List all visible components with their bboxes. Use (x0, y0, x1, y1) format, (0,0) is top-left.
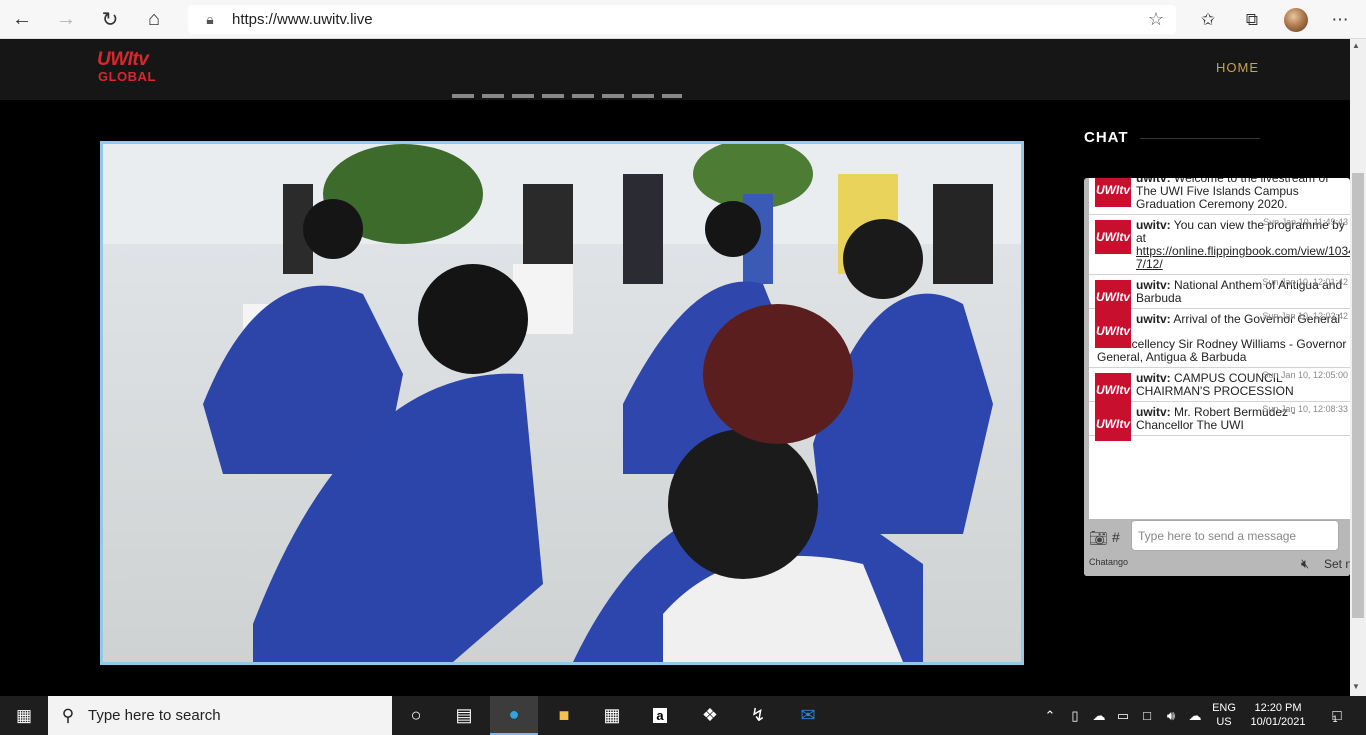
nav-home-link[interactable]: HOME (1216, 60, 1259, 75)
amazon-icon[interactable]: a (636, 696, 684, 735)
windows-start-icon[interactable]: ▦ (0, 696, 48, 735)
uwitv-avatar[interactable]: UWItv (1095, 407, 1131, 441)
clock-date: 10/01/2021 (1250, 716, 1306, 728)
favorite-star-icon[interactable]: ☆ (1148, 9, 1164, 30)
scroll-down-arrow-icon[interactable]: ▼ (1352, 682, 1360, 691)
address-bar[interactable]: 🔒︎ https://www.uwitv.live ☆ (188, 5, 1176, 34)
message-username[interactable]: uwitv: (1136, 312, 1171, 326)
clock-time: 12:20 PM (1254, 702, 1302, 714)
browser-right-icons: ✩ ⧉ ⋯ (1186, 0, 1362, 39)
home-icon[interactable]: ⌂ (132, 0, 176, 39)
video-frame-image (103, 144, 1021, 662)
uwitv-avatar[interactable]: UWItv (1095, 178, 1131, 207)
chat-message: Sun Jan 10, 12:08:33 UWItv uwitv: Mr. Robe… (1089, 402, 1350, 441)
set-name-link[interactable]: Set n (1324, 557, 1350, 571)
favorites-list-icon[interactable]: ✩ (1186, 0, 1230, 39)
taskbar-search[interactable]: ⚲ Type here to search (48, 696, 392, 735)
tray-device-icon[interactable]: ▯ (1064, 696, 1086, 735)
message-username[interactable]: uwitv: (1136, 405, 1171, 419)
message-timestamp: Sun Jan 10, 12:08:33 (1262, 404, 1348, 414)
lang-bottom: US (1216, 716, 1232, 728)
lang-top: ENG (1212, 702, 1236, 714)
chat-message-input[interactable] (1131, 520, 1339, 551)
onedrive-icon[interactable]: ☁ (1184, 696, 1206, 735)
chat-widget: UWItv uwitv: Welcome to the livestream of… (1084, 178, 1350, 576)
more-menu-icon[interactable]: ⋯ (1318, 0, 1362, 39)
battery-icon[interactable]: ▭ (1112, 696, 1134, 735)
camera-icon[interactable]: 📷︎ (1089, 529, 1108, 547)
hash-button[interactable]: # (1112, 529, 1120, 545)
windows-taskbar: ▦ ⚲ Type here to search ○ ▤ ● ■ ▦ a ❖ ↯ … (0, 696, 1366, 735)
message-link[interactable]: https://online.flippingbook.com/view/103… (1136, 244, 1350, 271)
profile-avatar[interactable] (1274, 0, 1318, 39)
site-header: UWItv GLOBAL HOME (0, 39, 1350, 100)
dropbox-icon[interactable]: ❖ (686, 696, 734, 735)
notification-center-icon[interactable]: □ 1 (1320, 696, 1350, 735)
avatar (1284, 7, 1308, 32)
chat-title: CHAT (1084, 129, 1129, 146)
search-icon: ⚲ (61, 705, 75, 725)
message-timestamp: Sun Jan 10, 12:05:00 (1262, 370, 1348, 380)
taskbar-search-text[interactable]: Type here to search (88, 707, 221, 724)
message-username[interactable]: uwitv: (1136, 218, 1171, 232)
chat-divider (1140, 138, 1260, 139)
chatango-brand[interactable]: Chatango (1089, 557, 1128, 567)
uwitv-avatar[interactable]: UWItv (1095, 314, 1131, 348)
input-language[interactable]: ENG US (1208, 701, 1240, 729)
cut-off-heading (452, 92, 682, 100)
uwitv-avatar[interactable]: UWItv (1095, 220, 1131, 254)
chat-message: Sun Jan 10, 12:05:00 UWItv uwitv: CAMPUS C… (1089, 368, 1350, 407)
chat-message: Sun Jan 10, 12:02:42 UWItv uwitv: Arrival … (1089, 309, 1350, 368)
chat-message: Sun Jan 10, 12:01:42 UWItv uwitv: National… (1089, 275, 1350, 314)
app-lightning-icon[interactable]: ↯ (734, 696, 782, 735)
logo-text-top: UWItv (97, 49, 149, 70)
tray-cloud-icon[interactable]: ☁ (1088, 696, 1110, 735)
taskbar-clock[interactable]: 12:20 PM 10/01/2021 (1244, 701, 1312, 729)
message-username[interactable]: uwitv: (1136, 371, 1171, 385)
message-body: uwitv: Welcome to the livestream of The … (1136, 178, 1348, 211)
chat-message: UWItv uwitv: Welcome to the livestream of… (1089, 178, 1350, 215)
chat-message: Sun Jan 10, 11:49:43 UWItv uwitv: You can … (1089, 215, 1350, 275)
microsoft-store-icon[interactable]: ▦ (588, 696, 636, 735)
message-username[interactable]: uwitv: (1136, 278, 1171, 292)
mail-icon[interactable]: ✉ (784, 696, 832, 735)
notification-count: 1 (1332, 714, 1338, 724)
message-timestamp: Sun Jan 10, 11:49:43 (1263, 217, 1348, 227)
edge-browser-icon[interactable]: ● (490, 696, 538, 735)
cortana-icon[interactable]: ○ (392, 696, 440, 735)
collections-icon[interactable]: ⧉ (1230, 0, 1274, 39)
logo-text-bottom: GLOBAL (98, 69, 156, 84)
message-extra-text: His Excellency Sir Rodney Williams - Gov… (1097, 337, 1347, 364)
back-arrow-icon[interactable]: ← (0, 0, 44, 39)
file-explorer-icon[interactable]: ■ (540, 696, 588, 735)
network-icon[interactable]: □ (1136, 696, 1158, 735)
browser-toolbar: ← → ↻ ⌂ 🔒︎ https://www.uwitv.live ☆ ✩ ⧉ … (0, 0, 1366, 39)
task-view-icon[interactable]: ▤ (440, 696, 488, 735)
speaker-muted-icon[interactable]: 🔇︎ (1301, 556, 1309, 572)
volume-icon[interactable]: 🔊︎ (1160, 696, 1182, 735)
show-hidden-icons-icon[interactable]: ⌃ (1040, 696, 1060, 735)
lock-icon[interactable]: 🔒︎ (188, 11, 232, 28)
refresh-icon[interactable]: ↻ (88, 0, 132, 39)
uwitv-logo[interactable]: UWItv GLOBAL (97, 49, 169, 89)
url-text[interactable]: https://www.uwitv.live (232, 11, 373, 28)
scrollbar-thumb[interactable] (1352, 173, 1364, 618)
chat-input-row: 📷︎ # Chatango 🔇︎ Set n (1084, 519, 1350, 576)
message-timestamp: Sun Jan 10, 12:02:42 (1262, 311, 1348, 321)
scroll-up-arrow-icon[interactable]: ▲ (1352, 41, 1360, 50)
forward-arrow-icon[interactable]: → (44, 0, 88, 39)
video-player[interactable] (100, 141, 1024, 665)
message-timestamp: Sun Jan 10, 12:01:42 (1262, 277, 1348, 287)
chat-message-list[interactable]: UWItv uwitv: Welcome to the livestream of… (1089, 178, 1350, 576)
